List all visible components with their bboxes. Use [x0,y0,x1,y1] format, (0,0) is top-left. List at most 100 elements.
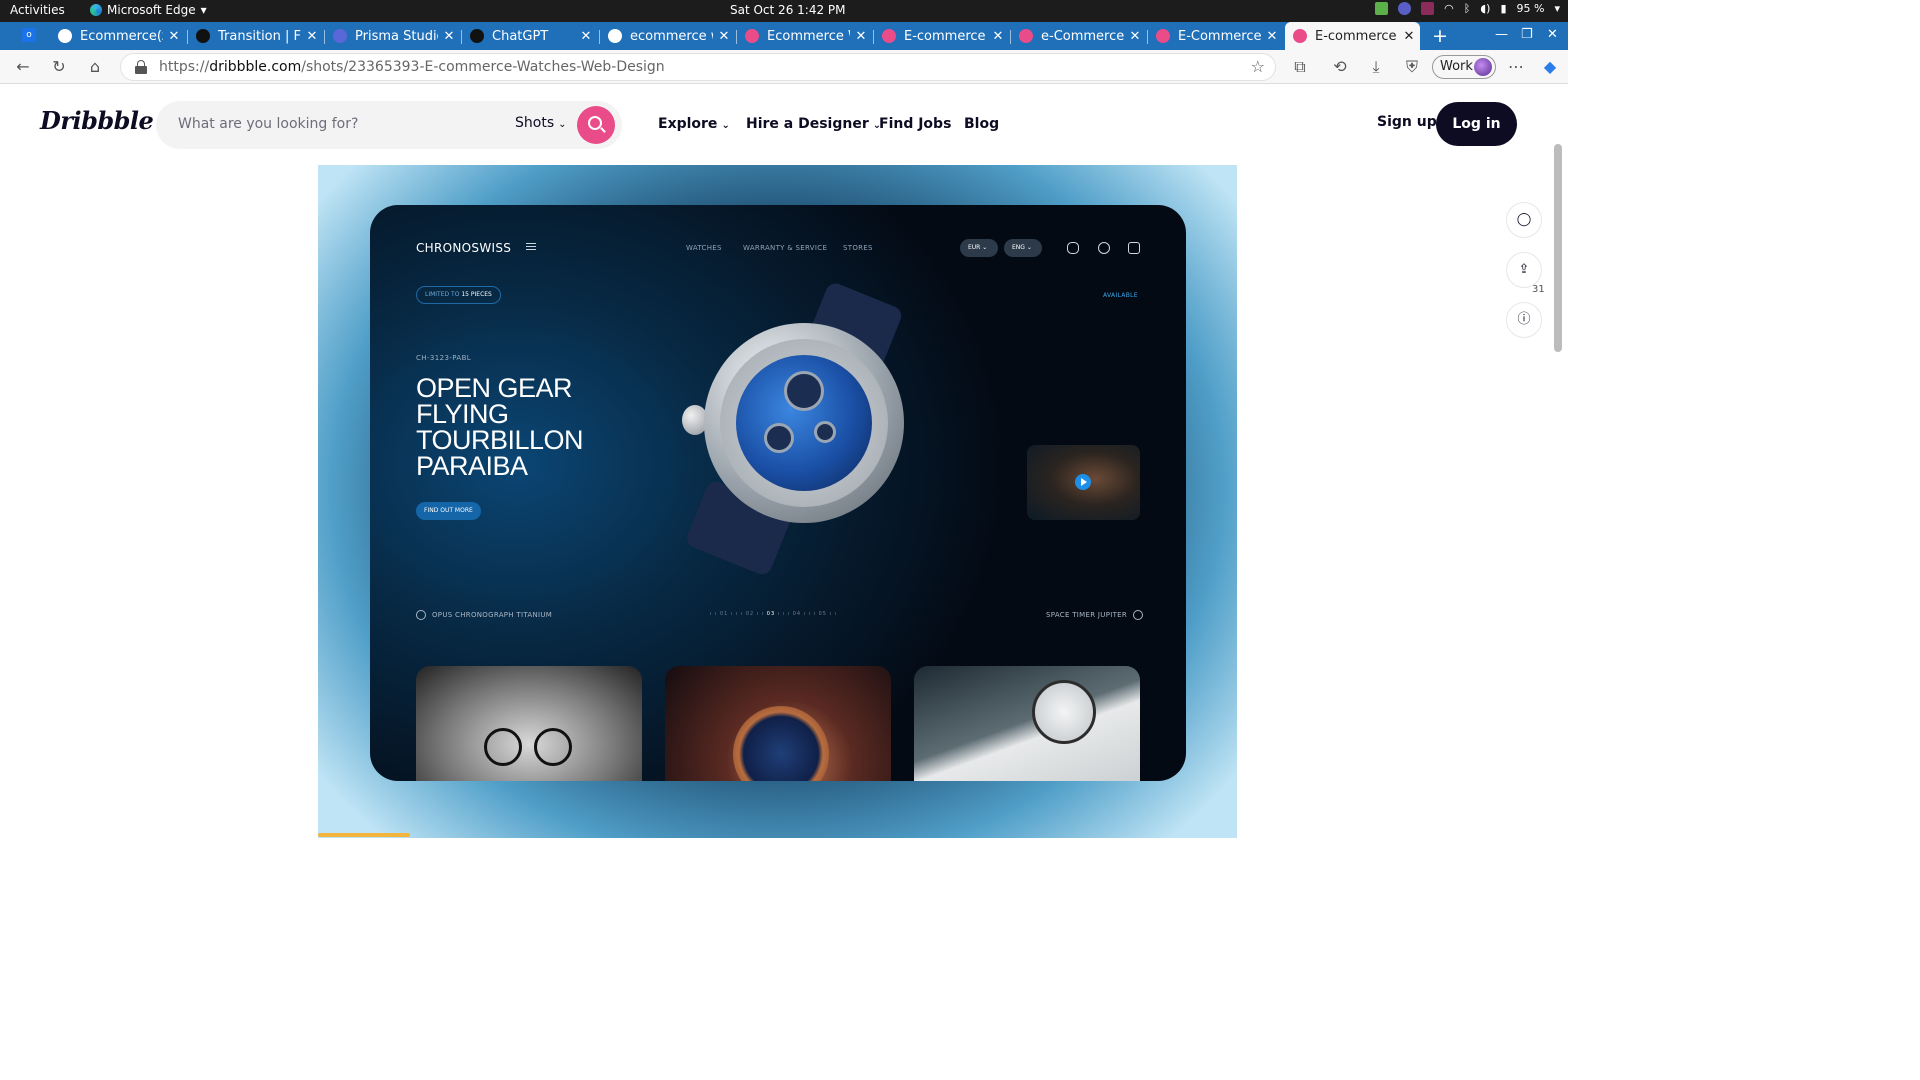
browser-tab[interactable]: Ecommerce We ✕ [737,22,872,50]
menu-icon [526,243,536,252]
outlook-icon[interactable]: o [22,26,36,42]
play-icon [1075,474,1091,490]
shot-image[interactable]: CHRONOSWISS WATCHES WARRANTY & SERVICE S… [318,165,1237,838]
info-icon: ⓘ [1517,312,1531,327]
extensions-icon[interactable]: ⧉ [1289,56,1311,78]
browser-tab[interactable]: E-commerce We ✕ [874,22,1009,50]
caret-down-icon: ▾ [1554,2,1560,15]
copilot-icon[interactable]: ◆ [1539,56,1561,78]
tab-close-icon[interactable]: ✕ [1265,29,1279,44]
teams-icon [1398,2,1412,15]
comment-icon: ◯ [1516,212,1532,227]
comments-button[interactable]: ◯ [1506,202,1542,238]
system-tray[interactable]: ◠ ᛒ ◖) ▮ 95 % ▾ [1375,2,1560,15]
scrollbar-thumb[interactable] [1554,144,1562,352]
edge-icon [90,4,102,16]
favorite-star-icon[interactable]: ☆ [1251,57,1265,76]
history-icon[interactable]: ⟲ [1329,56,1351,78]
mockup-nav-watches: WATCHES [686,244,722,252]
mockup-thumbnail-catalog [914,666,1140,781]
refresh-icon[interactable]: ↻ [48,56,70,78]
search-input[interactable]: What are you looking for? [178,116,358,132]
share-icon: ⇪ [1518,262,1530,277]
watch-image [674,280,914,578]
caret-down-icon: ▾ [200,3,207,17]
mockup-thumbnail-portrait [416,666,642,781]
log-in-button[interactable]: Log in [1436,102,1517,146]
dribbble-logo[interactable]: Dribbble [40,106,154,135]
tab-favicon-icon [882,29,896,43]
mockup-next-model: SPACE TIMER JUPITER [1046,610,1144,620]
bluetooth-icon: ᛒ [1463,2,1471,15]
chevron-down-icon: ⌄ [721,120,730,131]
browser-tab[interactable]: E-commerce We ✕ [1285,22,1420,50]
address-bar[interactable]: https://dribbble.com/shots/23365393-E-co… [120,53,1276,81]
browser-tab[interactable]: ecommerce web ✕ [600,22,735,50]
website-mockup: CHRONOSWISS WATCHES WARRANTY & SERVICE S… [370,205,1186,781]
browser-tab[interactable]: Ecommerce(z) ✕ [50,22,185,50]
tab-close-icon[interactable]: ✕ [854,29,868,44]
heart-icon [1067,242,1079,254]
more-options-icon[interactable]: ⋯ [1505,56,1527,78]
tab-close-icon[interactable]: ✕ [167,29,181,44]
tab-close-icon[interactable]: ✕ [717,29,731,44]
url-text[interactable]: https://dribbble.com/shots/23365393-E-co… [159,59,665,75]
mockup-headline-line: TOURBILLON [416,425,584,455]
tab-separator [324,30,325,44]
arrow-right-icon [1133,610,1144,620]
nav-explore-label: Explore [658,116,718,132]
mockup-find-out-more-button: FIND OUT MORE [416,502,481,520]
tab-close-icon[interactable]: ✕ [1128,29,1142,44]
minimize-icon[interactable]: — [1495,27,1508,42]
tab-favicon-icon [196,29,210,43]
browser-tab[interactable]: ChatGPT ✕ [462,22,597,50]
mockup-nav-stores: STORES [843,244,873,252]
browser-essentials-icon[interactable]: ⛨ [1401,56,1423,78]
tab-close-icon[interactable]: ✕ [991,29,1005,44]
search-bar[interactable]: What are you looking for? Shots ⌄ [156,101,622,149]
restore-icon[interactable]: ❐ [1521,27,1533,42]
browser-tab[interactable]: Transition | Fram ✕ [188,22,323,50]
mockup-brand-logo: CHRONOSWISS [416,241,512,255]
activities-button[interactable]: Activities [10,3,65,17]
mockup-limited-badge: LIMITED TO 15 PIECES [416,286,501,304]
tab-close-icon[interactable]: ✕ [305,29,319,44]
close-window-icon[interactable]: ✕ [1547,27,1558,42]
clock[interactable]: Sat Oct 26 1:42 PM [730,3,846,17]
new-tab-button[interactable]: + [1432,25,1448,47]
home-icon[interactable]: ⌂ [84,56,106,78]
tab-title: E-commerce We [1315,28,1398,44]
tab-title: E-Commerce we [1178,28,1261,44]
browser-tab[interactable]: e-Commerce we ✕ [1011,22,1146,50]
nav-explore[interactable]: Explore ⌄ [658,116,730,132]
nav-find-jobs[interactable]: Find Jobs [879,116,951,132]
chevron-down-icon: ⌄ [558,119,567,130]
profile-button[interactable]: Work [1432,55,1496,79]
share-button[interactable]: ⇪ [1506,252,1542,288]
mockup-video-thumbnail [1027,445,1140,520]
info-button[interactable]: ⓘ [1506,302,1542,338]
lock-icon[interactable] [135,60,147,74]
sign-up-link[interactable]: Sign up [1377,114,1437,130]
nav-blog[interactable]: Blog [964,116,999,132]
back-icon[interactable]: ← [12,56,34,78]
tab-title: ecommerce web [630,28,713,44]
app-menu[interactable]: Microsoft Edge ▾ [90,3,207,17]
tab-favicon-icon [608,29,622,43]
tab-close-icon[interactable]: ✕ [442,29,456,44]
tray-app-icon [1421,2,1435,15]
tab-strip: o Ecommerce(z)✕Transition | Fram✕Prisma … [0,22,1568,50]
browser-tab[interactable]: E-Commerce we ✕ [1148,22,1283,50]
tab-favicon-icon [1293,29,1307,43]
nav-hire-designer[interactable]: Hire a Designer ⌄ [746,116,881,132]
browser-tab[interactable]: Prisma Studio ✕ [325,22,460,50]
mockup-headline-line: PARAIBA [416,451,528,481]
search-scope-dropdown[interactable]: Shots ⌄ [515,115,567,131]
arrow-left-icon [416,610,426,620]
mockup-next-model-label: SPACE TIMER JUPITER [1046,611,1128,619]
tab-close-icon[interactable]: ✕ [579,29,593,44]
download-icon[interactable]: ⤓ [1365,56,1387,78]
search-button[interactable] [577,106,615,144]
tab-title: E-commerce We [904,28,987,44]
tab-close-icon[interactable]: ✕ [1402,29,1416,44]
